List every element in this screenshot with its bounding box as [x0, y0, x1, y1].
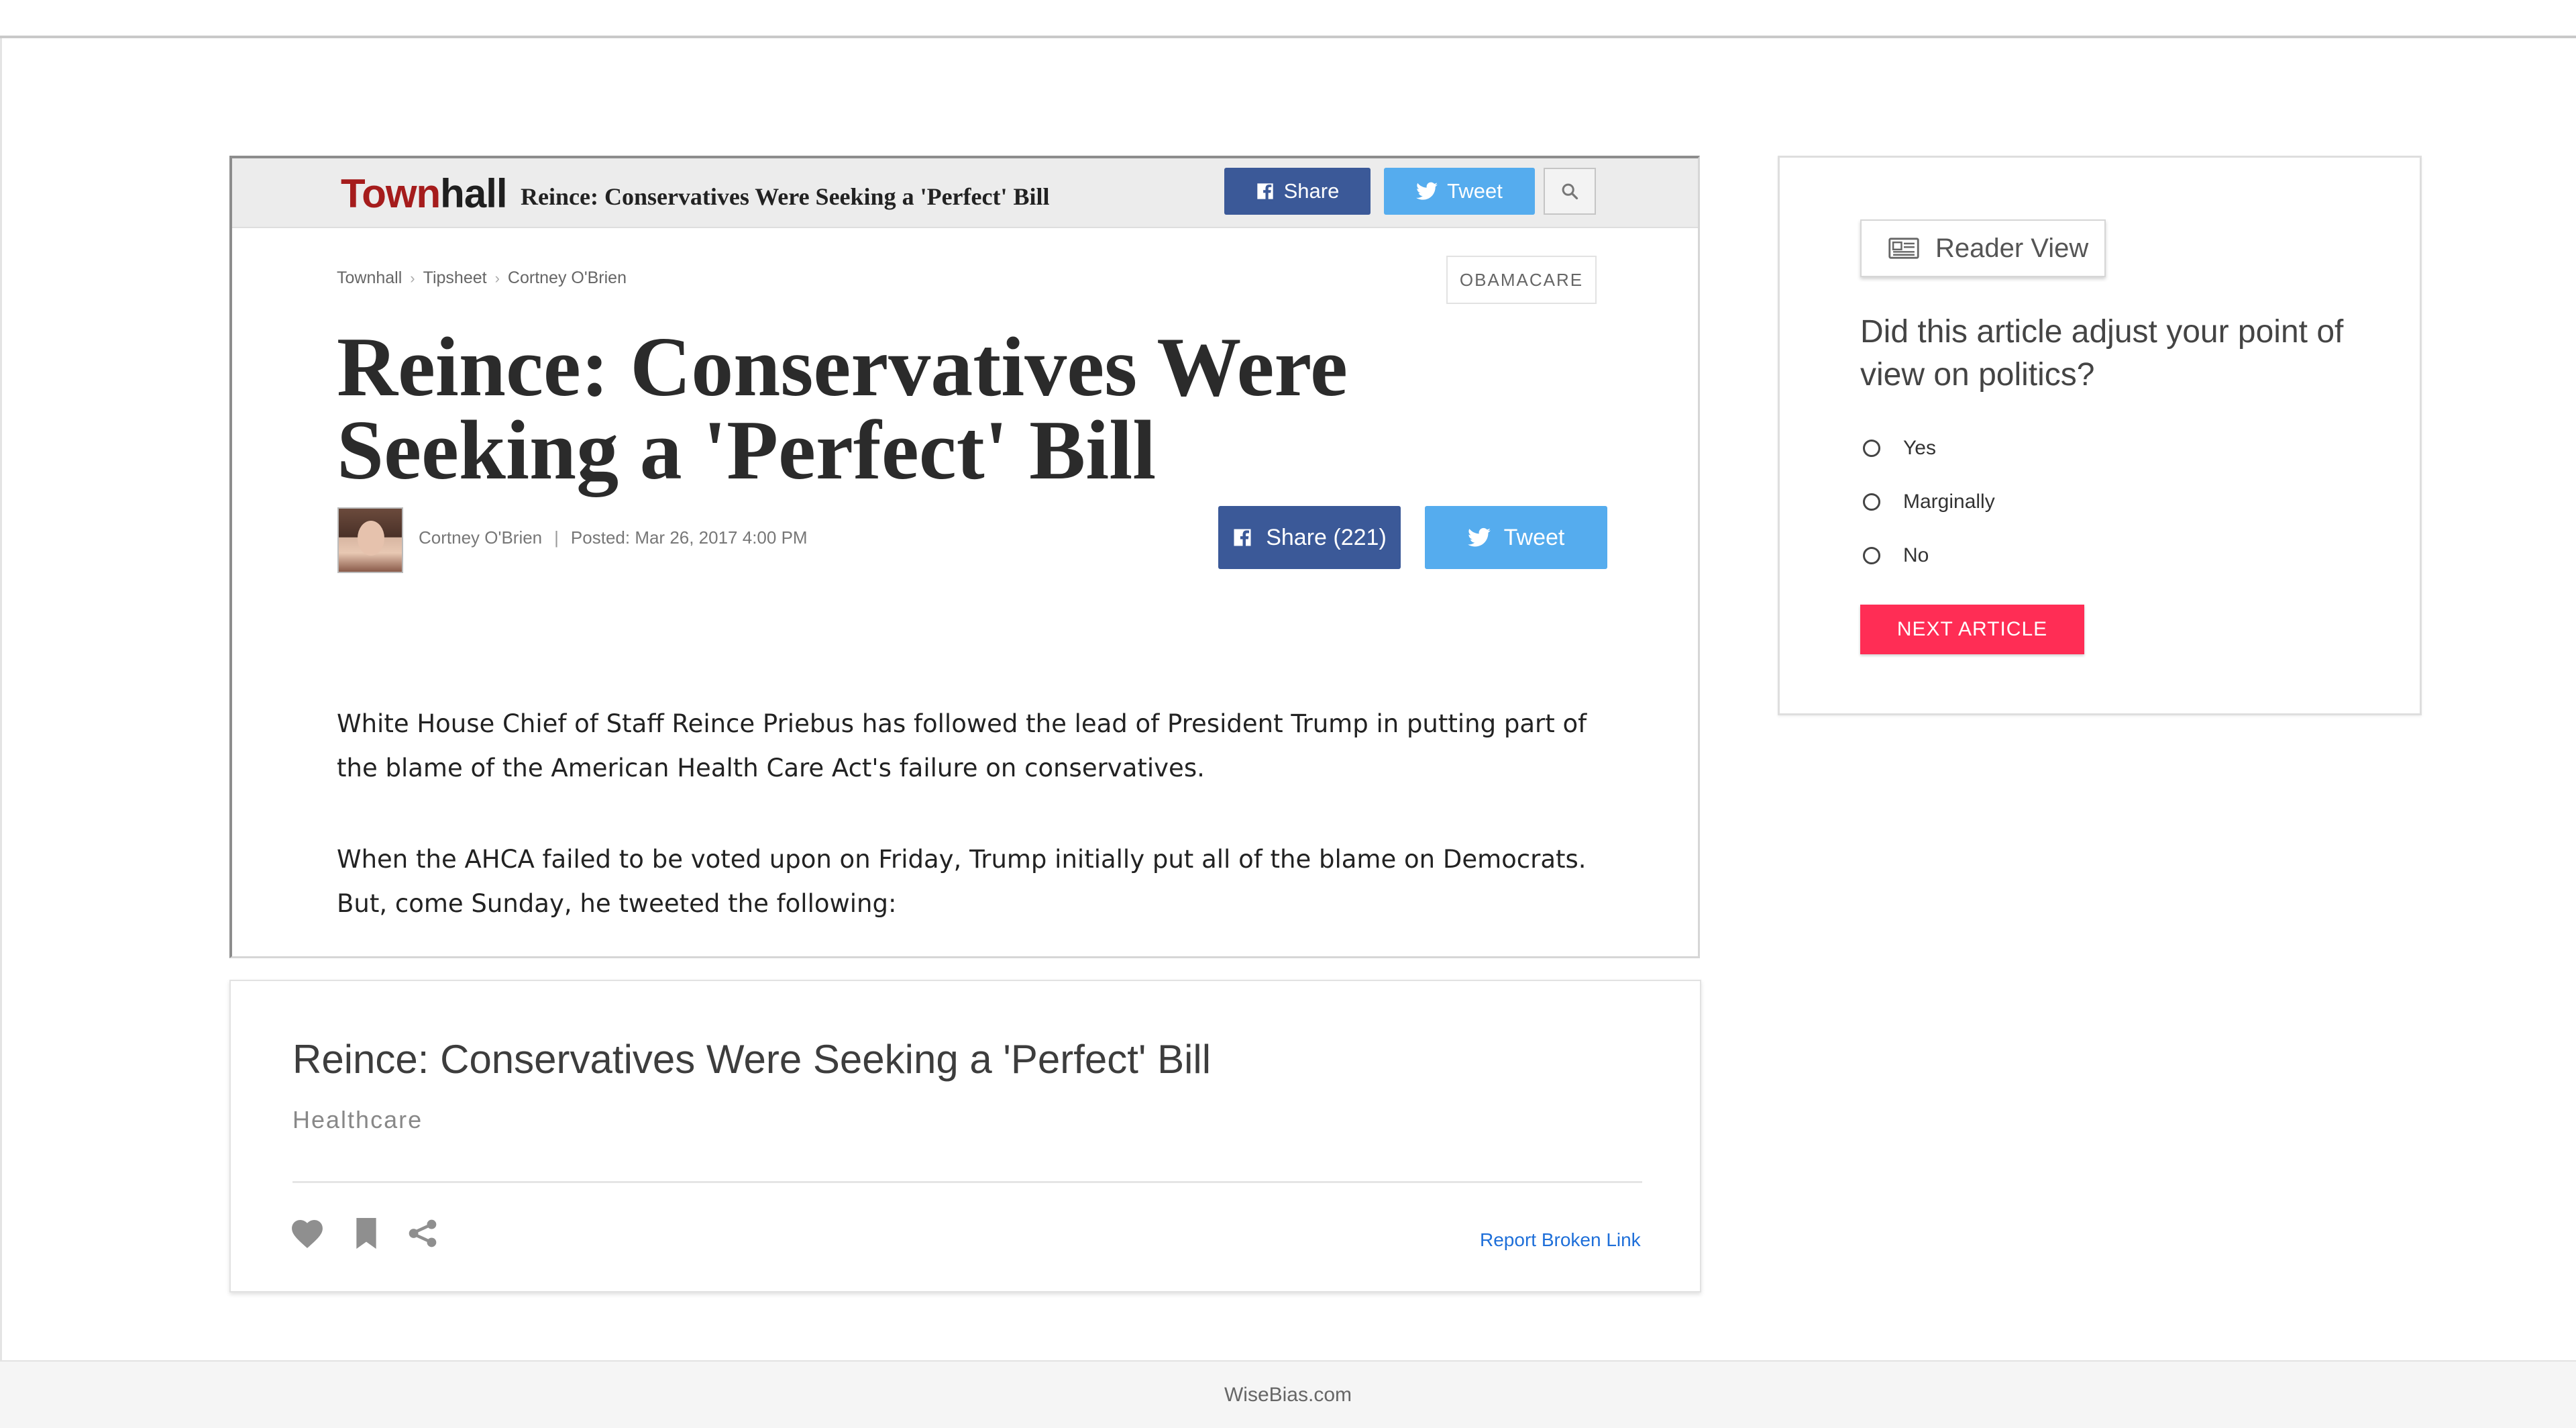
breadcrumb-author[interactable]: Cortney O'Brien	[508, 268, 627, 287]
radio-icon[interactable]	[1863, 547, 1880, 564]
breadcrumb-separator-icon: ›	[410, 270, 415, 287]
article-paragraph: White House Chief of Staff Reince Priebu…	[337, 709, 1587, 782]
footer-site-name[interactable]: WiseBias.com	[1224, 1384, 1352, 1407]
header-share-label: Share	[1283, 179, 1340, 203]
option-marginally[interactable]: Marginally	[1863, 491, 1995, 513]
top-bar	[0, 0, 2576, 38]
tweet-button[interactable]: Tweet	[1425, 506, 1607, 569]
bookmark-button[interactable]	[346, 1213, 386, 1254]
townhall-header: Townhall Reince: Conservatives Were Seek…	[232, 158, 1698, 228]
option-label: No	[1903, 544, 1929, 566]
card-divider	[292, 1181, 1642, 1183]
footer: WiseBias.com	[0, 1360, 2576, 1428]
breadcrumb-separator-icon: ›	[494, 270, 500, 287]
reader-view-label: Reader View	[1935, 233, 2089, 263]
card-category: Healthcare	[292, 1106, 423, 1133]
facebook-icon	[1234, 529, 1251, 546]
share-count-button[interactable]: Share (221)	[1218, 506, 1401, 569]
twitter-icon	[1416, 182, 1438, 200]
facebook-icon	[1256, 183, 1273, 199]
header-tweet-label: Tweet	[1447, 179, 1503, 203]
share-count-label: Share (221)	[1266, 524, 1387, 550]
card-title[interactable]: Reince: Conservatives Were Seeking a 'Pe…	[292, 1036, 1211, 1082]
townhall-logo[interactable]: Townhall	[341, 170, 508, 217]
radio-icon[interactable]	[1863, 493, 1880, 511]
byline-separator: |	[554, 527, 559, 548]
search-button[interactable]	[1544, 168, 1596, 215]
tweet-label: Tweet	[1503, 524, 1565, 550]
share-button[interactable]	[402, 1213, 443, 1254]
article-headline: Reince: Conservatives Were Seeking a 'Pe…	[337, 321, 1348, 497]
author-name[interactable]: Cortney O'Brien	[419, 527, 542, 548]
twitter-icon	[1467, 527, 1491, 547]
radio-icon[interactable]	[1863, 440, 1880, 457]
survey-panel: Reader View Did this article adjust your…	[1778, 156, 2422, 715]
header-article-title: Reince: Conservatives Were Seeking a 'Pe…	[521, 183, 1050, 210]
logo-hall: hall	[440, 171, 507, 216]
article-frame: Townhall Reince: Conservatives Were Seek…	[229, 156, 1700, 958]
heart-icon	[292, 1220, 323, 1248]
option-no[interactable]: No	[1863, 544, 1929, 567]
share-icon	[409, 1219, 437, 1247]
option-label: Marginally	[1903, 491, 1995, 513]
header-share-button[interactable]: Share	[1224, 168, 1371, 215]
posted-date: Posted: Mar 26, 2017 4:00 PM	[570, 527, 808, 548]
breadcrumb-townhall[interactable]: Townhall	[337, 268, 402, 287]
bookmark-icon	[356, 1218, 376, 1249]
breadcrumb-tipsheet[interactable]: Tipsheet	[423, 268, 487, 287]
topic-tag[interactable]: OBAMACARE	[1446, 256, 1597, 304]
header-tweet-button[interactable]: Tweet	[1384, 168, 1535, 215]
author-avatar[interactable]	[337, 507, 403, 573]
like-button[interactable]	[287, 1213, 327, 1254]
report-broken-link[interactable]: Report Broken Link	[1480, 1229, 1641, 1251]
article-card: Reince: Conservatives Were Seeking a 'Pe…	[229, 980, 1701, 1292]
article-paragraph: When the AHCA failed to be voted upon on…	[337, 845, 1587, 918]
survey-question: Did this article adjust your point of vi…	[1860, 314, 2344, 393]
search-icon	[1562, 183, 1578, 200]
next-article-button[interactable]: NEXT ARTICLE	[1860, 605, 2084, 654]
newspaper-icon	[1888, 238, 1919, 259]
left-divider	[0, 38, 2, 1360]
breadcrumb: Townhall › Tipsheet › Cortney O'Brien	[337, 268, 627, 288]
reader-view-button[interactable]: Reader View	[1860, 219, 2106, 277]
option-yes[interactable]: Yes	[1863, 437, 1936, 460]
byline: Cortney O'Brien | Posted: Mar 26, 2017 4:0…	[419, 527, 808, 548]
logo-town: Town	[341, 171, 441, 216]
option-label: Yes	[1903, 437, 1936, 459]
